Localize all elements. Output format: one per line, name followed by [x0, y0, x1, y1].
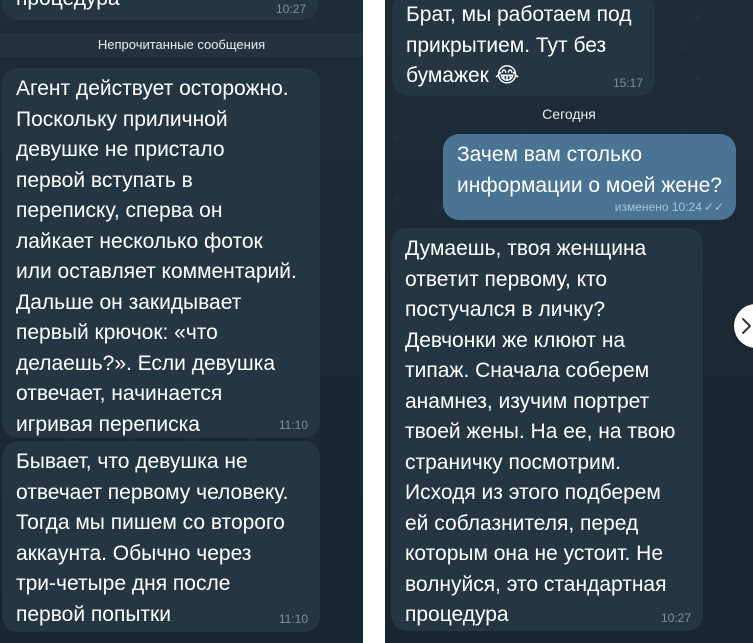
message-time: 10:27 — [660, 611, 691, 625]
message-text: Агент действует осторожно. Поскольку при… — [16, 77, 297, 436]
message-time: 11:10 — [278, 418, 308, 432]
unread-messages-divider: Непрочитанные сообщения — [97, 37, 266, 52]
outgoing-message-bubble[interactable]: Зачем вам столько информации о моей жене… — [443, 134, 736, 220]
message-bubble-procedure[interactable]: процедура 10:27 — [2, 0, 318, 20]
right-chat-screenshot: Брат, мы работаем под прикрытием. Тут бе… — [385, 0, 753, 643]
message-bubble-reply[interactable]: Думаешь, твоя женщина ответит первому, к… — [391, 228, 703, 631]
message-time: изменено 10:24 ✓✓ — [615, 200, 724, 214]
message-text: Бывает, что девушка не отвечает первому … — [16, 450, 289, 626]
message-time: 10:27 — [275, 2, 306, 16]
message-bubble-second-account[interactable]: Бывает, что девушка не отвечает первому … — [2, 441, 320, 632]
message-text: Брат, мы работаем под прикрытием. Тут бе… — [406, 3, 632, 87]
message-text: Зачем вам столько информации о моей жене… — [457, 143, 722, 197]
message-edited-time: изменено 10:24 — [614, 200, 702, 214]
message-text: процедура — [16, 0, 304, 15]
message-bubble-agent[interactable]: Агент действует осторожно. Поскольку при… — [2, 68, 320, 438]
message-bubble-undercover[interactable]: Брат, мы работаем под прикрытием. Тут бе… — [392, 0, 655, 96]
message-text: Думаешь, твоя женщина ответит первому, к… — [405, 237, 676, 626]
double-check-icon: ✓✓ — [703, 200, 724, 214]
date-divider: Сегодня — [542, 106, 596, 122]
chevron-right-icon — [742, 318, 751, 334]
message-time: 11:10 — [278, 612, 308, 626]
message-time: 15:17 — [612, 76, 643, 90]
left-chat-screenshot: процедура 10:27 Непрочитанные сообщения … — [0, 0, 363, 643]
